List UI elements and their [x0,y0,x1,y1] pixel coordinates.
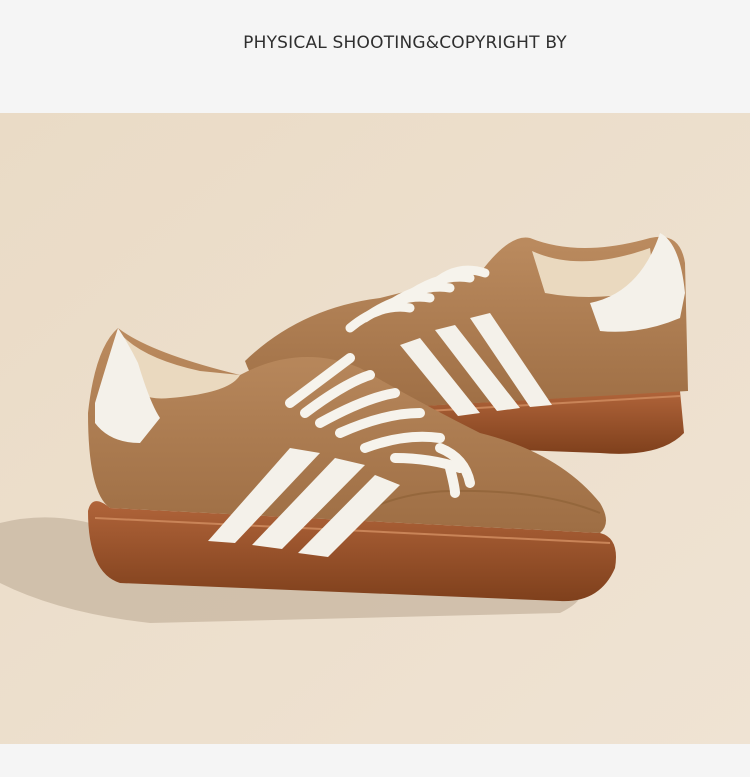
page-header: PHYSICAL SHOOTING&COPYRIGHT BY [0,0,750,113]
header-title: PHYSICAL SHOOTING&COPYRIGHT BY [243,33,567,53]
product-photo [0,113,750,744]
page-footer [0,744,750,777]
sneakers-illustration [0,113,750,744]
